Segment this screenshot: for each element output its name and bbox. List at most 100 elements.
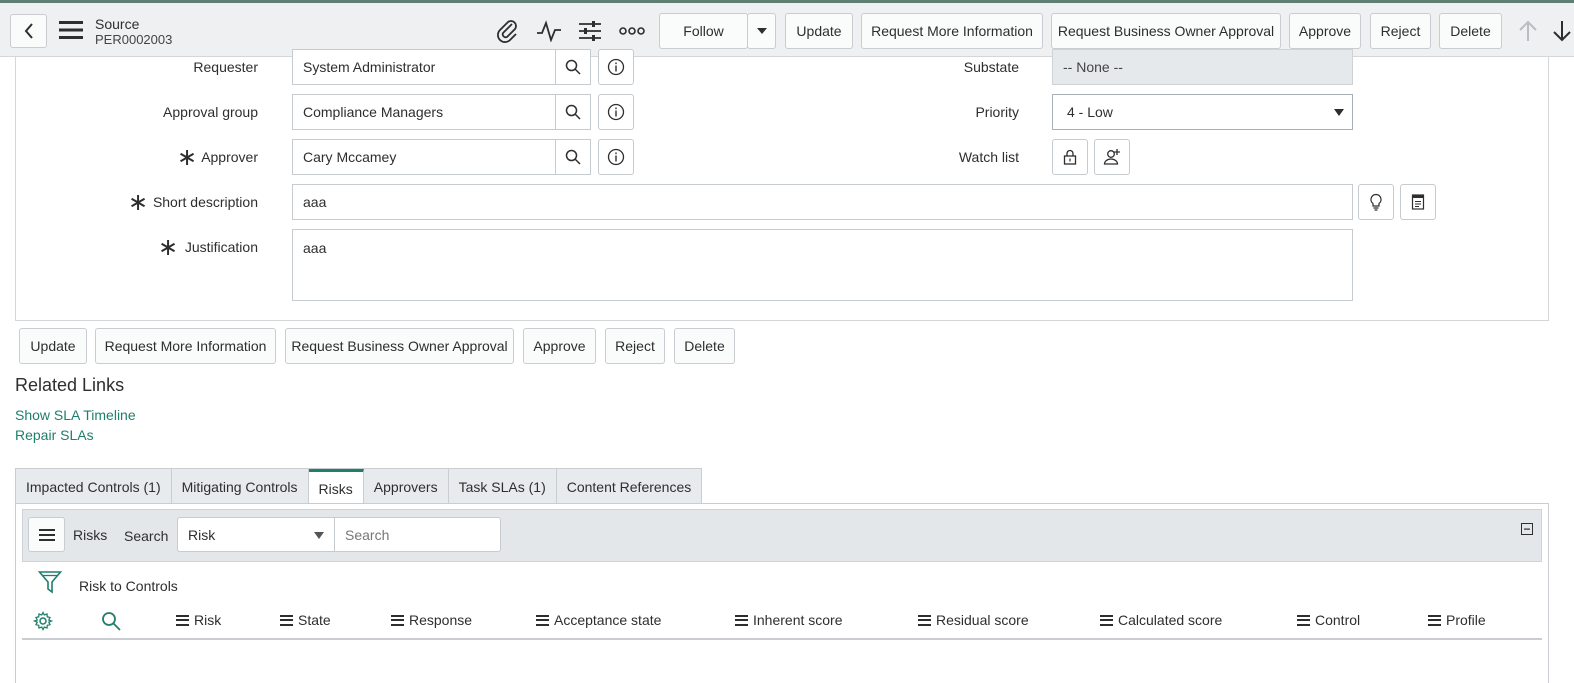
substate-field: -- None --	[1052, 49, 1353, 85]
more-options-button[interactable]	[617, 17, 647, 45]
activity-button[interactable]	[535, 17, 563, 45]
request-more-info-button[interactable]: Request More Information	[95, 328, 276, 364]
update-button[interactable]: Update	[19, 328, 87, 364]
approval-group-info-button[interactable]	[598, 94, 634, 130]
tab-task-slas[interactable]: Task SLAs (1)	[449, 469, 557, 505]
header-request-more-info-button[interactable]: Request More Information	[861, 13, 1043, 49]
priority-select[interactable]: 4 - Low	[1052, 94, 1353, 130]
form-title: Source	[95, 16, 140, 32]
hamburger-icon	[59, 21, 83, 39]
info-icon	[607, 148, 625, 166]
search-field-select[interactable]: Risk	[177, 517, 335, 552]
tab-mitigating-controls[interactable]: Mitigating Controls	[172, 469, 309, 505]
approver-info-button[interactable]	[598, 139, 634, 175]
substate-label: Substate	[963, 59, 1019, 75]
column-header-response[interactable]: Response	[391, 612, 472, 628]
hamburger-icon	[38, 528, 55, 541]
approver-lookup-button[interactable]	[555, 139, 591, 175]
repair-slas-link[interactable]: Repair SLAs	[15, 427, 94, 443]
justification-textarea[interactable]: aaa	[292, 229, 1353, 301]
tab-content-references[interactable]: Content References	[557, 469, 702, 505]
column-header-risk[interactable]: Risk	[176, 612, 221, 628]
header-approve-button[interactable]: Approve	[1289, 13, 1361, 49]
list-menu-button[interactable]	[28, 517, 65, 552]
previous-record-button[interactable]	[1514, 17, 1542, 45]
request-business-owner-approval-button[interactable]: Request Business Owner Approval	[285, 328, 514, 364]
requester-lookup-button[interactable]	[555, 49, 591, 85]
document-icon	[1411, 194, 1425, 210]
delete-button[interactable]: Delete	[674, 328, 735, 364]
search-label: Search	[124, 528, 169, 544]
priority-value: 4 - Low	[1067, 104, 1113, 120]
column-search-button[interactable]	[100, 610, 122, 632]
personalize-button[interactable]	[576, 17, 604, 45]
watch-list-lock-button[interactable]	[1052, 139, 1088, 175]
approver-required-marker: ∗	[177, 144, 198, 171]
approval-group-lookup-button[interactable]	[555, 94, 591, 130]
suggestion-button[interactable]	[1358, 184, 1394, 220]
caret-down-icon	[1334, 109, 1344, 116]
justification-label: Justification	[184, 239, 258, 255]
search-input[interactable]: Search	[334, 517, 501, 552]
column-header-residual-score[interactable]: Residual score	[918, 612, 1029, 628]
column-menu-icon	[391, 614, 404, 626]
column-header-label: Acceptance state	[554, 612, 662, 628]
related-lists-tabs: Impacted Controls (1) Mitigating Control…	[15, 468, 703, 505]
reject-button[interactable]: Reject	[605, 328, 665, 364]
collapse-minus-icon	[1521, 523, 1533, 535]
table-header-rule	[22, 638, 1542, 640]
approver-field[interactable]: Cary Mccamey	[292, 139, 556, 175]
column-header-inherent-score[interactable]: Inherent score	[735, 612, 843, 628]
arrow-down-icon	[1553, 21, 1571, 42]
column-header-label: Profile	[1446, 612, 1486, 628]
priority-label: Priority	[975, 104, 1019, 120]
column-header-calculated-score[interactable]: Calculated score	[1100, 612, 1222, 628]
follow-button[interactable]: Follow	[659, 13, 748, 49]
column-header-control[interactable]: Control	[1297, 612, 1360, 628]
list-settings-button[interactable]	[32, 610, 54, 632]
search-placeholder: Search	[345, 526, 390, 543]
activity-pulse-icon	[537, 20, 561, 42]
tab-risks[interactable]: Risks	[308, 469, 364, 505]
column-header-state[interactable]: State	[280, 612, 331, 628]
sliders-icon	[579, 21, 601, 41]
approver-label: Approver	[201, 149, 258, 165]
caret-down-icon	[314, 532, 324, 539]
context-menu-button[interactable]	[58, 19, 84, 41]
column-menu-icon	[280, 614, 293, 626]
requester-field[interactable]: System Administrator	[292, 49, 556, 85]
caret-down-icon	[756, 28, 767, 34]
filter-breadcrumb[interactable]: Risk to Controls	[79, 578, 178, 594]
collapse-button[interactable]	[1520, 522, 1534, 536]
requester-label: Requester	[193, 59, 258, 75]
attachment-button[interactable]	[494, 17, 522, 45]
template-button[interactable]	[1400, 184, 1436, 220]
short-description-required-marker: ∗	[128, 189, 149, 216]
approve-button[interactable]: Approve	[523, 328, 596, 364]
tab-impacted-controls[interactable]: Impacted Controls (1)	[16, 469, 172, 505]
approval-group-field[interactable]: Compliance Managers	[292, 94, 556, 130]
header-delete-button[interactable]: Delete	[1439, 13, 1502, 49]
show-sla-timeline-link[interactable]: Show SLA Timeline	[15, 407, 136, 423]
column-menu-icon	[1428, 614, 1441, 626]
header-reject-button[interactable]: Reject	[1370, 13, 1431, 49]
approval-group-label: Approval group	[163, 104, 258, 120]
header-request-business-owner-approval-button[interactable]: Request Business Owner Approval	[1051, 13, 1281, 49]
chevron-left-icon	[24, 23, 33, 39]
filter-toggle-button[interactable]	[38, 570, 62, 594]
short-description-field[interactable]: aaa	[292, 184, 1353, 220]
column-header-acceptance-state[interactable]: Acceptance state	[536, 612, 661, 628]
follow-dropdown-button[interactable]	[747, 13, 776, 49]
filter-funnel-icon	[38, 571, 62, 594]
watch-list-add-me-button[interactable]	[1094, 139, 1130, 175]
search-icon	[565, 59, 581, 75]
back-button[interactable]	[10, 14, 47, 48]
column-header-label: Response	[409, 612, 473, 628]
tab-approvers[interactable]: Approvers	[364, 469, 449, 505]
header-update-button[interactable]: Update	[785, 13, 853, 49]
next-record-button[interactable]	[1552, 17, 1574, 45]
paperclip-icon	[497, 20, 517, 43]
requester-info-button[interactable]	[598, 49, 634, 85]
info-icon	[607, 103, 625, 121]
column-header-profile[interactable]: Profile	[1428, 612, 1486, 628]
